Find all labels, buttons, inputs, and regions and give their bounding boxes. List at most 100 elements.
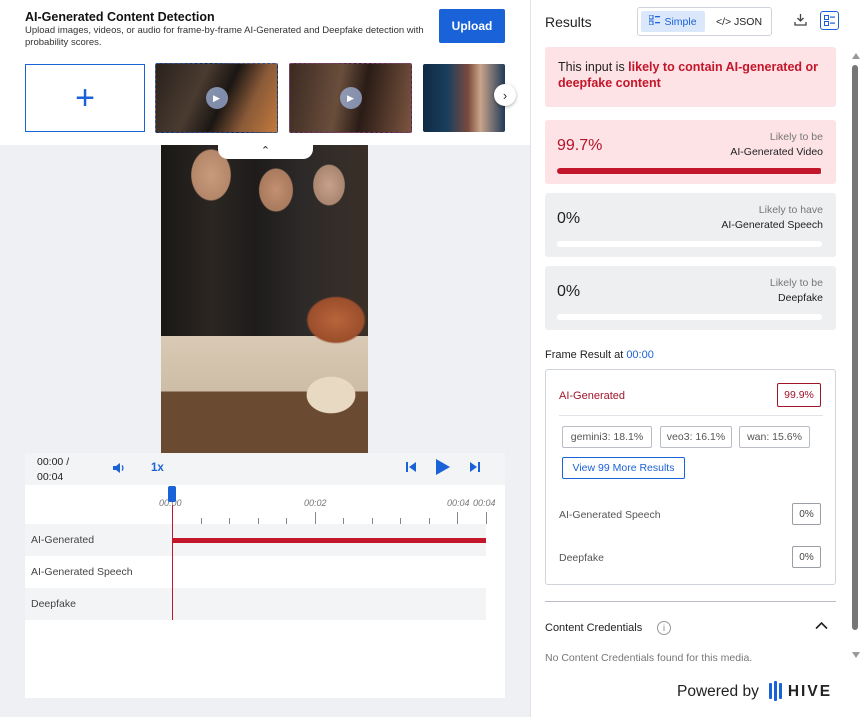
- deepfake-class-score: 0%: [792, 546, 821, 568]
- ruler-label: 00:04: [447, 498, 470, 508]
- skip-back-icon[interactable]: [405, 461, 417, 476]
- model-chip: veo3: 16.1%: [660, 426, 732, 448]
- track-row: AI-Generated Speech: [25, 556, 486, 588]
- score-caption-bottom: AI-Generated Video: [730, 146, 823, 158]
- ruler-tick: [486, 512, 487, 524]
- results-panel: Results Simple </> JSON This input is li…: [530, 0, 862, 717]
- content-credentials-empty: No Content Credentials found for this me…: [545, 652, 753, 664]
- score-caption-bottom: AI-Generated Speech: [721, 219, 823, 231]
- content-credentials-title: Content Credentials: [545, 622, 643, 634]
- play-icon[interactable]: [435, 458, 451, 482]
- plus-icon: +: [75, 78, 95, 117]
- ruler-label: 00:04: [473, 498, 496, 508]
- scrollbar[interactable]: [849, 45, 861, 665]
- results-scroll-area[interactable]: This input is likely to contain AI-gener…: [531, 45, 849, 675]
- playhead[interactable]: [172, 505, 173, 620]
- track-row: AI-Generated: [25, 524, 486, 556]
- json-view-button[interactable]: </> JSON: [708, 11, 770, 32]
- page-subtitle: Upload images, videos, or audio for fram…: [25, 25, 424, 48]
- ruler-ticks: [172, 512, 487, 524]
- track-bar-ai-generated: [172, 538, 486, 543]
- track-label: Deepfake: [31, 598, 76, 610]
- current-time: 00:00 /: [37, 456, 70, 468]
- frame-class-score: 99.9%: [777, 383, 821, 407]
- list-icon: [648, 14, 661, 28]
- left-panel: AI-Generated Content Detection Upload im…: [0, 0, 530, 717]
- chevron-up-icon[interactable]: [815, 619, 828, 633]
- play-icon: ▶: [339, 87, 362, 109]
- score-progress: [557, 168, 822, 174]
- model-chip: gemini3: 18.1%: [562, 426, 652, 448]
- score-caption-top: Likely to be: [769, 277, 823, 289]
- frame-result-text: Frame Result at: [545, 349, 627, 361]
- playback-speed-button[interactable]: 1x: [151, 462, 164, 474]
- upload-header: AI-Generated Content Detection Upload im…: [0, 0, 530, 145]
- speech-class-score: 0%: [792, 503, 821, 525]
- player-controls: 00:00 / 00:04 1x: [25, 453, 505, 485]
- verdict-prefix: This input is: [558, 60, 629, 74]
- carousel-next-button[interactable]: ›: [494, 84, 516, 106]
- scroll-up-icon[interactable]: [852, 53, 860, 59]
- score-caption-top: Likely to be: [769, 131, 823, 143]
- download-icon[interactable]: [794, 13, 807, 29]
- skip-forward-icon[interactable]: [469, 461, 481, 476]
- results-title: Results: [545, 14, 592, 30]
- frame-class-name: AI-Generated: [559, 390, 626, 402]
- score-card-ai-video: 99.7% Likely to be AI-Generated Video: [545, 120, 836, 184]
- video-preview[interactable]: [161, 145, 368, 453]
- time-display: 00:00 / 00:04: [37, 455, 69, 485]
- simple-view-button[interactable]: Simple: [641, 11, 705, 32]
- view-mode-toggle: Simple </> JSON: [637, 7, 772, 36]
- score-caption-bottom: Deepfake: [778, 292, 823, 304]
- collapse-thumbnails-button[interactable]: ⌃: [218, 141, 313, 159]
- deepfake-class-name: Deepfake: [559, 552, 604, 564]
- timeline-ruler[interactable]: 00:00 00:02 00:04 00:04: [25, 485, 505, 524]
- ruler-tick: [315, 512, 316, 524]
- verdict-banner: This input is likely to contain AI-gener…: [545, 47, 836, 107]
- track-label: AI-Generated Speech: [31, 566, 133, 578]
- score-caption-top: Likely to have: [758, 204, 823, 216]
- media-thumbnail-3[interactable]: [423, 64, 505, 132]
- divider: [559, 415, 823, 416]
- add-media-button[interactable]: +: [25, 64, 145, 132]
- chevron-right-icon: ›: [502, 87, 508, 103]
- panel-layout-icon[interactable]: [820, 11, 839, 30]
- track-row: Deepfake: [25, 588, 486, 620]
- score-value: 0%: [557, 283, 581, 300]
- score-card-deepfake: 0% Likely to be Deepfake: [545, 266, 836, 330]
- ruler-label: 00:02: [304, 498, 327, 508]
- frame-result-card: AI-Generated 99.9% gemini3: 18.1% veo3: …: [545, 369, 836, 585]
- score-card-ai-speech: 0% Likely to have AI-Generated Speech: [545, 193, 836, 257]
- page-title: AI-Generated Content Detection: [25, 10, 215, 24]
- play-icon: ▶: [205, 87, 228, 109]
- hive-logo-icon: [768, 681, 782, 701]
- simple-label: Simple: [664, 15, 697, 28]
- media-thumbnail-1[interactable]: ▶: [155, 63, 278, 133]
- powered-by-text: Powered by: [677, 683, 759, 700]
- upload-button[interactable]: Upload: [439, 9, 505, 43]
- score-value: 99.7%: [557, 137, 603, 154]
- timeline-player: 00:00 / 00:04 1x 00:00 00:02 00:04 00:04: [25, 453, 505, 698]
- model-chip: wan: 15.6%: [739, 426, 810, 448]
- scrubber-handle[interactable]: [168, 486, 176, 502]
- view-more-results-button[interactable]: View 99 More Results: [562, 457, 685, 479]
- track-label: AI-Generated: [31, 534, 95, 546]
- scroll-down-icon[interactable]: [852, 652, 860, 658]
- ruler-tick: [457, 512, 458, 524]
- speech-class-name: AI-Generated Speech: [559, 509, 661, 521]
- score-value: 0%: [557, 210, 581, 227]
- brand-name: HIVE: [787, 683, 833, 700]
- divider: [545, 601, 836, 602]
- info-icon[interactable]: i: [657, 621, 671, 635]
- volume-icon[interactable]: [112, 461, 128, 477]
- chevron-up-icon: ⌃: [260, 144, 271, 157]
- media-thumbnail-2[interactable]: ▶: [289, 63, 412, 133]
- frame-result-time[interactable]: 00:00: [626, 349, 654, 361]
- powered-by-footer: Powered by HIVE: [677, 681, 833, 701]
- frame-result-label: Frame Result at 00:00: [545, 349, 654, 361]
- score-progress: [557, 241, 822, 247]
- scrollbar-thumb[interactable]: [852, 65, 858, 630]
- total-time: 00:04: [37, 471, 64, 483]
- score-progress: [557, 314, 822, 320]
- score-caption: Likely to be Deepfake: [770, 276, 823, 306]
